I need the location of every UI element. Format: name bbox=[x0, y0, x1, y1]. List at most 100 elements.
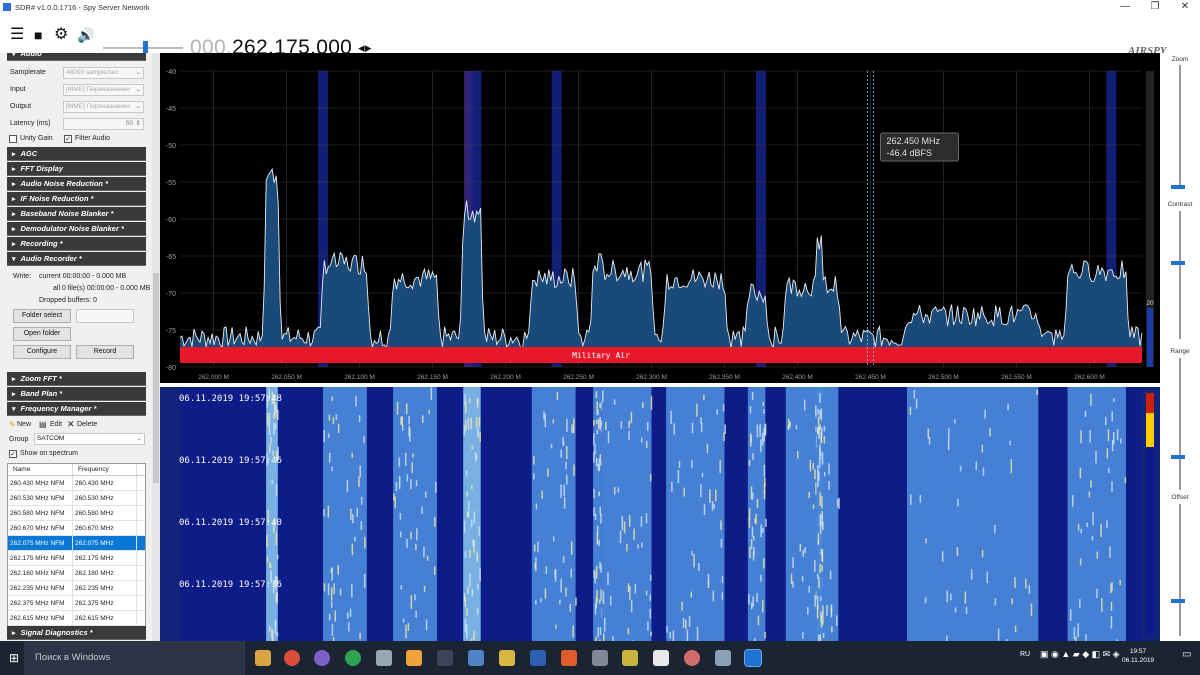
table-row[interactable]: 262.180 MHz NFM 262.180 MHz bbox=[8, 566, 145, 581]
stepper-arrows-icon[interactable]: ⇕ bbox=[136, 119, 141, 129]
new-button[interactable]: New bbox=[17, 421, 31, 428]
minimize-button[interactable]: — bbox=[1110, 0, 1140, 14]
waterfall-speck bbox=[678, 460, 681, 468]
gear-icon[interactable]: ⚙ bbox=[54, 27, 68, 43]
section-band-plan[interactable]: Band Plan * bbox=[7, 387, 146, 401]
app-icon-15[interactable] bbox=[715, 650, 731, 666]
spectrum-chart[interactable]: -40 -45 -50 -55 -60 -65 -70 -75 -80 262.000 M 262.… bbox=[160, 53, 1160, 383]
section-frequency-manager[interactable]: Frequency Manager * bbox=[7, 402, 146, 416]
waterfall-chart[interactable]: 06.11.2019 19:57:48 06.11.2019 19:57:46 06… bbox=[160, 387, 1160, 652]
chrome-icon[interactable] bbox=[284, 650, 300, 666]
app-icon-4[interactable] bbox=[376, 650, 392, 666]
app-icon-10[interactable] bbox=[561, 650, 577, 666]
table-row[interactable]: 262.375 MHz NFM 262.375 MHz bbox=[8, 596, 145, 611]
waterfall-speck bbox=[994, 524, 996, 534]
section-audio-noise-reduction[interactable]: Audio Noise Reduction * bbox=[7, 177, 146, 191]
edit-icon[interactable]: ▤ bbox=[39, 420, 47, 429]
table-row[interactable]: 260.530 MHz NFM 260.530 MHz bbox=[8, 491, 145, 506]
group-select[interactable]: SATCOM ⌄ bbox=[34, 433, 145, 445]
section-audio-recorder[interactable]: Audio Recorder * bbox=[7, 252, 146, 266]
left-panel-scrollbar[interactable] bbox=[152, 53, 160, 641]
range-slider-thumb[interactable] bbox=[1171, 455, 1185, 459]
waterfall-speck bbox=[415, 480, 418, 487]
unity-gain-checkbox[interactable] bbox=[9, 135, 17, 143]
waterfall-speck bbox=[410, 479, 412, 490]
section-recording[interactable]: Recording * bbox=[7, 237, 146, 251]
taskbar-clock[interactable]: 19:57 06.11.2019 bbox=[1122, 647, 1154, 665]
app-icon-5[interactable] bbox=[406, 650, 422, 666]
filter-audio-checkbox[interactable]: ✓ bbox=[64, 135, 72, 143]
table-row[interactable]: 260.580 MHz NFM 260.580 MHz bbox=[8, 506, 145, 521]
windows-start-icon[interactable]: ⊞ bbox=[9, 652, 21, 664]
app-icon-13[interactable] bbox=[653, 650, 669, 666]
waterfall-speck bbox=[333, 583, 335, 595]
section-baseband-noise-blanker[interactable]: Baseband Noise Blanker * bbox=[7, 207, 146, 221]
app-icon-6[interactable] bbox=[437, 650, 453, 666]
app-icon-9[interactable] bbox=[530, 650, 546, 666]
section-fft-display[interactable]: FFT Display bbox=[7, 162, 146, 176]
app-icon-14[interactable] bbox=[684, 650, 700, 666]
section-signal-diagnostics[interactable]: Signal Diagnostics * bbox=[7, 626, 146, 640]
delete-icon[interactable]: ✕ bbox=[67, 419, 75, 430]
whatsapp-icon[interactable] bbox=[345, 650, 361, 666]
table-row[interactable]: 262.075 MHz NFM 262.075 MHz bbox=[8, 536, 145, 551]
column-frequency[interactable]: Frequency bbox=[73, 464, 137, 475]
taskbar-search[interactable]: Поиск в Windows bbox=[24, 641, 245, 675]
offset-slider-thumb[interactable] bbox=[1171, 599, 1185, 603]
edit-button[interactable]: Edit bbox=[50, 421, 62, 428]
section-agc[interactable]: AGC bbox=[7, 147, 146, 161]
section-if-noise-reduction[interactable]: IF Noise Reduction * bbox=[7, 192, 146, 206]
stop-icon[interactable]: ■ bbox=[34, 27, 42, 43]
chevron-down-icon: ⌄ bbox=[135, 103, 141, 110]
app-icon-12[interactable] bbox=[622, 650, 638, 666]
contrast-slider-thumb[interactable] bbox=[1171, 261, 1185, 265]
table-row[interactable]: 260.670 MHz NFM 260.670 MHz bbox=[8, 521, 145, 536]
open-folder-button[interactable]: Open folder bbox=[13, 327, 71, 341]
spectrum-panel[interactable]: -40 -45 -50 -55 -60 -65 -70 -75 -80 262.000 M 262.… bbox=[160, 53, 1160, 383]
section-audio[interactable]: Audio bbox=[7, 53, 146, 61]
app-icon-7[interactable] bbox=[468, 650, 484, 666]
column-name[interactable]: Name bbox=[8, 464, 73, 475]
offset-slider-track[interactable] bbox=[1179, 504, 1181, 636]
table-row[interactable]: 262.175 MHz NFM 262.175 MHz bbox=[8, 551, 145, 566]
contrast-slider-track[interactable] bbox=[1179, 211, 1181, 339]
menu-icon[interactable]: ☰ bbox=[10, 27, 24, 43]
section-zoom-fft[interactable]: Zoom FFT * bbox=[7, 372, 146, 386]
range-slider-track[interactable] bbox=[1179, 358, 1181, 490]
close-button[interactable]: ✕ bbox=[1170, 0, 1200, 14]
speaker-icon[interactable]: 🔊 bbox=[77, 27, 94, 43]
output-select[interactable]: [MME] Переназначен ⌄ bbox=[63, 101, 144, 113]
latency-stepper[interactable]: 50 ⇕ bbox=[63, 118, 144, 130]
show-on-spectrum-checkbox[interactable]: ✓ bbox=[9, 450, 17, 458]
app-icon-11[interactable] bbox=[592, 650, 608, 666]
new-icon[interactable]: ✎ bbox=[9, 420, 16, 429]
language-indicator[interactable]: RU bbox=[1020, 651, 1030, 658]
notifications-icon[interactable]: ▭ bbox=[1182, 649, 1191, 660]
section-demodulator-noise-blanker[interactable]: Demodulator Noise Blanker * bbox=[7, 222, 146, 236]
table-row[interactable]: 262.615 MHz NFM 262.615 MHz bbox=[8, 611, 145, 626]
record-button[interactable]: Record bbox=[76, 345, 134, 359]
waterfall-speck bbox=[477, 584, 479, 590]
sdrsharp-taskbar-icon[interactable] bbox=[744, 649, 762, 667]
folder-select-button[interactable]: Folder select bbox=[13, 309, 71, 323]
maximize-button[interactable]: ❐ bbox=[1140, 0, 1170, 14]
waterfall-panel[interactable]: 06.11.2019 19:57:48 06.11.2019 19:57:46 06… bbox=[160, 387, 1160, 652]
folder-path-field[interactable] bbox=[76, 309, 134, 323]
cell-name: 262.375 MHz NFM bbox=[8, 596, 73, 610]
table-row[interactable]: 262.235 MHz NFM 262.235 MHz bbox=[8, 581, 145, 596]
zoom-slider-thumb[interactable] bbox=[1171, 185, 1185, 189]
tray-icons[interactable]: ▣ ◉ ▲ ▰ ◆ ◧ ✉ ◈ bbox=[1040, 649, 1120, 660]
waterfall-speck bbox=[819, 492, 821, 506]
viber-icon[interactable] bbox=[314, 650, 330, 666]
table-row[interactable]: 260.430 MHz NFM 260.430 MHz bbox=[8, 476, 145, 491]
samplerate-select[interactable]: 48000 sample/sec ⌄ bbox=[63, 67, 144, 79]
configure-button[interactable]: Configure bbox=[13, 345, 71, 359]
scrollbar-thumb[interactable] bbox=[153, 273, 159, 483]
waterfall-speck bbox=[572, 625, 574, 638]
input-select[interactable]: [MME] Переназначен ⌄ bbox=[63, 84, 144, 96]
waterfall-signal bbox=[1067, 387, 1126, 641]
delete-button[interactable]: Delete bbox=[77, 421, 97, 428]
app-icon-8[interactable] bbox=[499, 650, 515, 666]
file-explorer-icon[interactable] bbox=[255, 650, 271, 666]
zoom-slider-track[interactable] bbox=[1179, 65, 1181, 185]
